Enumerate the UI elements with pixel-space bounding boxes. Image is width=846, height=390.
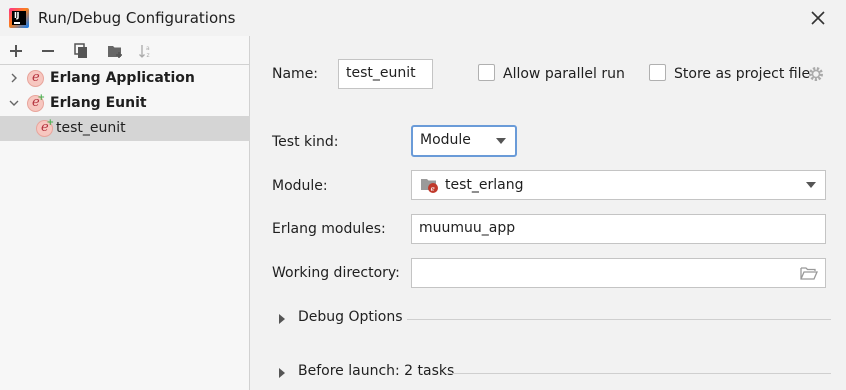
debug-options-label[interactable]: Debug Options [298,309,403,325]
sort-alphabetically-icon: a z [139,45,150,59]
working-directory-field[interactable] [411,258,826,288]
name-value: test_eunit [346,65,416,81]
svg-text:e: e [431,185,435,193]
erlang-module-folder-icon: e [421,179,438,193]
before-launch-section[interactable]: Before launch: 2 tasks [279,363,831,383]
svg-text:a: a [146,45,150,52]
chevron-down-icon [806,182,816,188]
copy-icon [74,43,87,58]
erlang-modules-field[interactable]: muumuu_app [411,214,826,244]
new-folder-icon [108,46,122,58]
title-bar: IJ Run/Debug Configurations [0,0,846,36]
section-divider [407,319,831,320]
close-button[interactable] [808,8,828,28]
section-divider [449,373,831,374]
configuration-form: Name: test_eunit Allow parallel run Stor… [251,36,846,390]
close-icon [811,11,825,25]
module-label: Module: [272,178,328,194]
erlang-icon: e [27,70,44,87]
allow-parallel-run-label[interactable]: Allow parallel run [503,66,625,82]
name-field[interactable]: test_eunit [338,59,433,89]
test-kind-value: Module [420,132,471,148]
tree-item-label: Erlang Eunit [50,95,147,111]
name-label-text: Name: [272,66,319,82]
sort-button[interactable]: a z [135,40,157,62]
expand-triangle-icon[interactable] [279,368,285,378]
chevron-down-icon [496,138,506,144]
copy-configuration-button[interactable] [70,40,92,62]
tree-item-erlang-eunit[interactable]: e + Erlang Eunit [0,91,250,116]
intellij-idea-icon: IJ [9,8,29,28]
working-directory-label: Working directory: [272,265,400,281]
erlang-modules-label: Erlang modules: [272,221,386,237]
window-title: Run/Debug Configurations [38,9,236,27]
add-icon [10,45,22,57]
configuration-tree: e Erlang Application e + Erlang Eunit e + … [0,66,250,141]
module-combobox[interactable]: e test_erlang [411,170,826,200]
name-label: Name: [272,66,318,82]
tree-item-test-eunit[interactable]: e + test_eunit [0,116,250,141]
expand-triangle-icon[interactable] [279,314,285,324]
configurations-toolbar: a z [0,36,250,65]
tree-item-erlang-application[interactable]: e Erlang Application [0,66,250,91]
browse-folder-icon[interactable] [800,265,818,281]
erlang-eunit-icon: e + [36,118,54,137]
configurations-panel: a z e Erlang Application e + Erlang Eunit… [0,36,250,390]
tree-item-label: Erlang Application [50,70,195,86]
store-as-project-file-label[interactable]: Store as project file [674,66,810,82]
gear-icon[interactable] [807,65,825,83]
debug-options-section[interactable]: Debug Options [279,309,831,329]
tree-item-label: test_eunit [56,120,126,136]
erlang-eunit-icon: e + [27,93,45,112]
test-kind-label: Test kind: [272,134,339,150]
chevron-down-icon[interactable] [8,97,20,109]
svg-text:z: z [147,52,150,59]
test-kind-select[interactable]: Module [411,125,517,157]
chevron-right-icon[interactable] [8,72,20,84]
remove-icon [42,50,54,52]
allow-parallel-run-checkbox[interactable] [478,64,495,81]
add-configuration-button[interactable] [5,40,27,62]
before-launch-label[interactable]: Before launch: 2 tasks [298,363,454,379]
new-folder-button[interactable] [104,40,126,62]
erlang-modules-value: muumuu_app [419,220,516,236]
module-value: test_erlang [445,177,524,193]
store-as-project-file-checkbox[interactable] [649,64,666,81]
remove-configuration-button[interactable] [37,40,59,62]
